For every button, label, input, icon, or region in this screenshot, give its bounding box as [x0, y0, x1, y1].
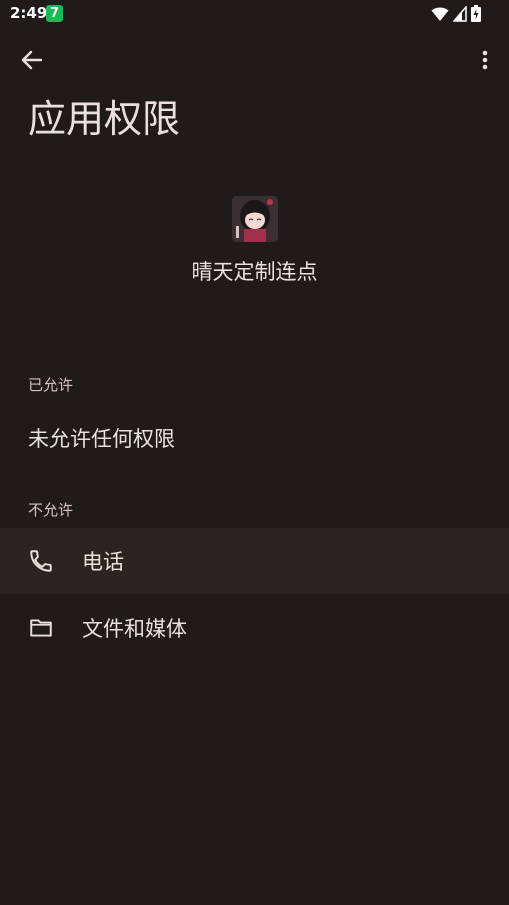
allowed-empty-text: 未允许任何权限 — [28, 427, 175, 451]
battery-charging-icon — [471, 5, 481, 22]
wifi-icon — [431, 7, 449, 21]
folder-icon — [30, 619, 52, 637]
arrow-left-icon — [21, 50, 43, 70]
status-icons — [431, 5, 481, 22]
toolbar — [0, 38, 509, 82]
denied-section-header: 不允许 — [28, 501, 74, 519]
permission-label: 文件和媒体 — [82, 617, 187, 641]
back-button[interactable] — [16, 44, 48, 76]
status-time: 2:49 — [10, 4, 48, 22]
notification-badge-icon: 7 — [46, 5, 63, 22]
app-icon — [231, 196, 278, 242]
permission-label: 电话 — [82, 550, 124, 574]
permission-item-files-media[interactable]: 文件和媒体 — [0, 595, 509, 661]
permission-item-phone[interactable]: 电话 — [0, 528, 509, 594]
more-options-button[interactable] — [473, 44, 497, 76]
phone-icon — [30, 550, 52, 572]
allowed-section-header: 已允许 — [28, 376, 74, 394]
status-bar: 2:49 7 — [0, 0, 509, 30]
app-header: 晴天定制连点 — [0, 196, 509, 286]
more-vert-icon — [482, 50, 488, 70]
page-title: 应用权限 — [28, 97, 181, 141]
signal-icon — [453, 5, 467, 22]
app-name: 晴天定制连点 — [191, 260, 318, 284]
